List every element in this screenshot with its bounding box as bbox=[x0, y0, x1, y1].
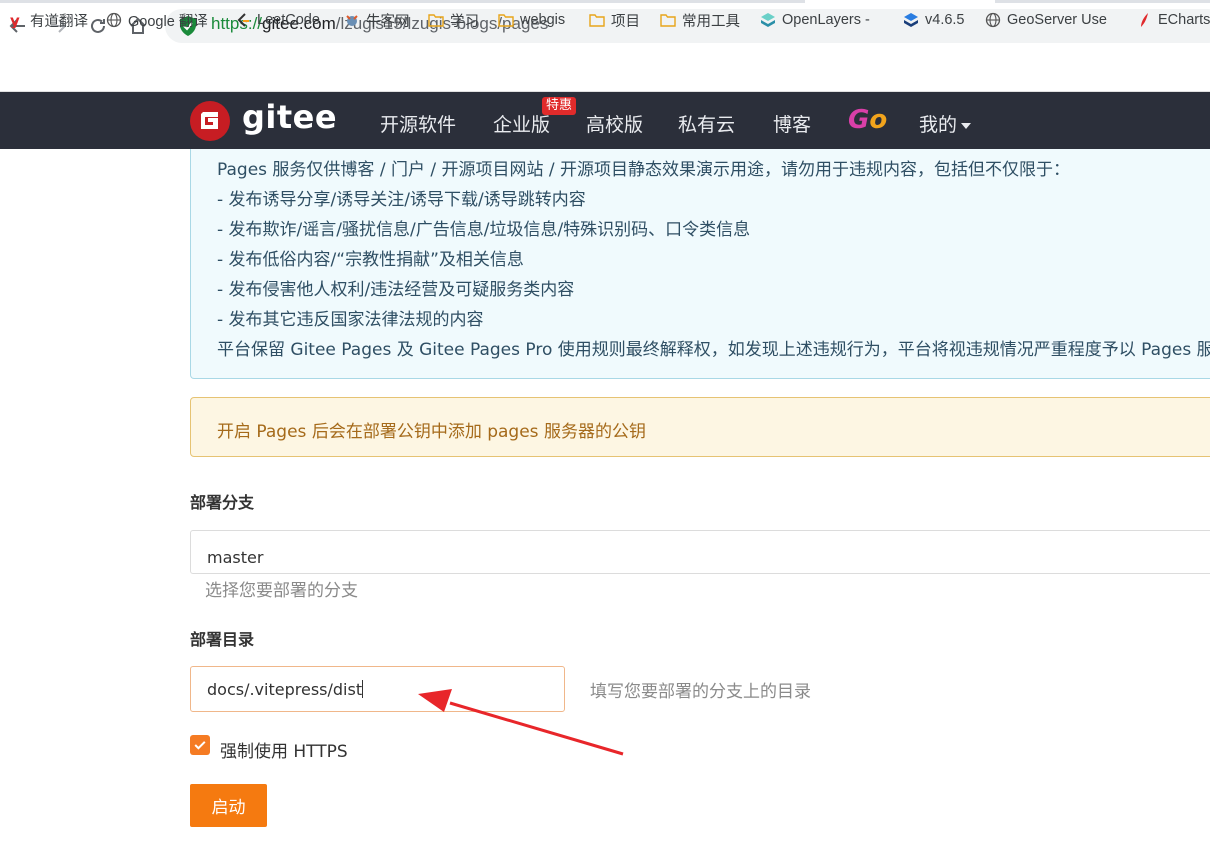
branch-select[interactable] bbox=[190, 530, 1210, 574]
notice-line: - 发布其它违反国家法律法规的内容 bbox=[217, 310, 484, 330]
checkmark-icon bbox=[194, 741, 206, 750]
notice-line: - 发布诱导分享/诱导关注/诱导下载/诱导跳转内容 bbox=[217, 190, 586, 210]
nav-my-label: 我的 bbox=[919, 114, 958, 136]
notice-line: - 发布侵害他人权利/违法经营及可疑服务类内容 bbox=[217, 280, 575, 300]
go-logo-link[interactable]: Go bbox=[848, 105, 887, 135]
bookmark-geoserver[interactable]: GeoServer Use bbox=[985, 9, 1107, 31]
layers-icon bbox=[903, 12, 919, 28]
folder-icon bbox=[660, 12, 676, 28]
bookmarks-bar bbox=[0, 52, 1210, 92]
branch-select-value: master bbox=[207, 548, 264, 567]
bookmark-label: webgis bbox=[520, 12, 566, 28]
bookmark-label: Google 翻译 bbox=[128, 13, 208, 30]
bookmark-label: ECharts bbox=[1158, 12, 1210, 28]
bookmark-label: 学习 bbox=[450, 13, 479, 30]
force-https-label[interactable]: 强制使用 HTTPS bbox=[220, 737, 348, 762]
bookmark-echarts[interactable]: ECharts bbox=[1136, 9, 1210, 31]
bookmark-label: OpenLayers - bbox=[782, 12, 870, 28]
bookmark-folder-tools[interactable]: 常用工具 bbox=[660, 9, 740, 31]
notice-line: Pages 服务仅供博客 / 门户 / 开源项目网站 / 开源项目静态效果演示用… bbox=[217, 160, 1071, 180]
text-cursor bbox=[362, 680, 364, 698]
folder-icon bbox=[428, 12, 444, 28]
echarts-icon bbox=[1136, 12, 1152, 28]
openlayers-icon bbox=[760, 12, 776, 28]
branch-label: 部署分支 bbox=[190, 493, 255, 512]
start-button[interactable]: 启动 bbox=[190, 784, 267, 827]
gitee-logo-icon[interactable] bbox=[190, 101, 230, 141]
globe-icon bbox=[106, 12, 122, 28]
bookmark-label: 牛客网 bbox=[366, 13, 410, 30]
notice-line: - 发布低俗内容/“宗教性捐献”及相关信息 bbox=[217, 250, 524, 270]
bookmark-label: 有道翻译 bbox=[30, 13, 88, 30]
promo-badge: 特惠 bbox=[542, 97, 577, 115]
notice-line: - 发布欺诈/谣言/骚扰信息/广告信息/垃圾信息/特殊识别码、口令类信息 bbox=[217, 220, 751, 240]
notice-line: 平台保留 Gitee Pages 及 Gitee Pages Pro 使用规则最… bbox=[217, 340, 1210, 360]
force-https-checkbox[interactable] bbox=[190, 735, 210, 755]
folder-icon bbox=[498, 12, 514, 28]
gitee-logo-text[interactable]: gitee bbox=[242, 98, 337, 136]
nav-private-cloud[interactable]: 私有云 bbox=[678, 110, 735, 137]
bookmark-label: LeetCode bbox=[257, 12, 320, 28]
directory-input-value: docs/.vitepress/dist bbox=[207, 680, 364, 699]
tab-strip bbox=[0, 0, 1210, 3]
chevron-down-icon bbox=[961, 122, 972, 129]
go-logo-o: o bbox=[869, 105, 888, 135]
svg-text:y: y bbox=[10, 12, 20, 28]
leetcode-icon bbox=[235, 12, 251, 28]
bookmark-label: GeoServer Use bbox=[1007, 12, 1107, 28]
nav-my-menu[interactable]: 我的 bbox=[919, 110, 972, 137]
go-logo-g: G bbox=[848, 105, 870, 135]
directory-hint: 填写您要部署的分支上的目录 bbox=[590, 682, 811, 702]
bookmark-nowcoder[interactable]: 牛客网 bbox=[344, 9, 410, 31]
warning-text: 开启 Pages 后会在部署公钥中添加 pages 服务器的公钥 bbox=[217, 422, 646, 442]
bookmark-label: 项目 bbox=[611, 13, 640, 30]
bookmark-folder-study[interactable]: 学习 bbox=[428, 9, 479, 31]
bookmark-label: v4.6.5 bbox=[925, 12, 965, 28]
bookmark-v465[interactable]: v4.6.5 bbox=[903, 9, 965, 31]
bookmark-youdao[interactable]: y 有道翻译 bbox=[8, 9, 88, 31]
bookmark-openlayers[interactable]: OpenLayers - bbox=[760, 9, 870, 31]
active-tab[interactable] bbox=[805, 0, 995, 3]
youdao-icon: y bbox=[8, 12, 24, 28]
bookmark-google-translate[interactable]: Google 翻译 bbox=[106, 9, 208, 31]
bookmark-folder-webgis[interactable]: webgis bbox=[498, 9, 565, 31]
bookmark-leetcode[interactable]: LeetCode bbox=[235, 9, 320, 31]
reload-icon bbox=[91, 18, 105, 33]
bookmark-label: 常用工具 bbox=[682, 13, 740, 30]
directory-value-text: docs/.vitepress/dist bbox=[207, 680, 363, 699]
folder-icon bbox=[589, 12, 605, 28]
nav-open-source[interactable]: 开源软件 bbox=[380, 110, 456, 137]
directory-label: 部署目录 bbox=[190, 630, 255, 649]
nav-blog[interactable]: 博客 bbox=[773, 110, 811, 137]
nav-enterprise[interactable]: 企业版 bbox=[493, 110, 550, 137]
nav-education[interactable]: 高校版 bbox=[586, 110, 643, 137]
nowcoder-icon bbox=[344, 12, 360, 28]
branch-hint: 选择您要部署的分支 bbox=[205, 581, 358, 601]
bookmark-folder-projects[interactable]: 项目 bbox=[589, 9, 640, 31]
globe-icon bbox=[985, 12, 1001, 28]
